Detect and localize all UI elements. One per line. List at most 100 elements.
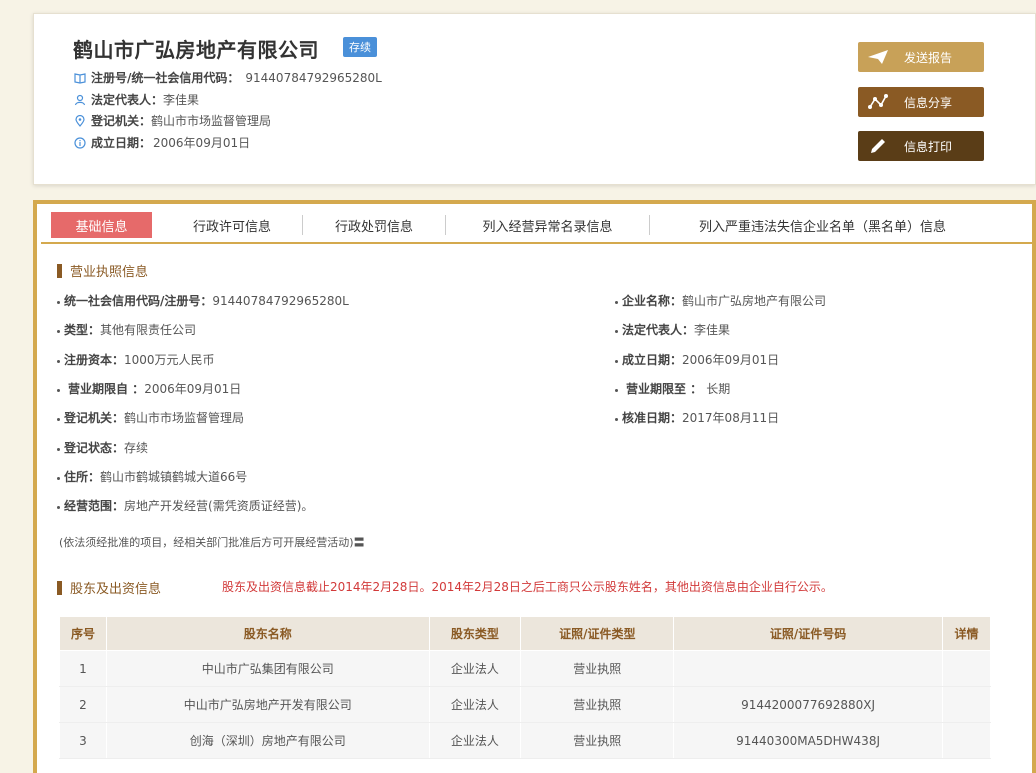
tab-blacklist[interactable]: 列入严重违法失信企业名单（黑名单）信息 bbox=[650, 212, 995, 238]
bullet bbox=[57, 389, 60, 392]
legal-rep-row: 法定代表人： 李佳果 bbox=[73, 91, 199, 108]
send-report-label: 发送报告 bbox=[904, 50, 953, 65]
table-cell: 企业法人 bbox=[428, 686, 522, 723]
bullet bbox=[615, 330, 618, 333]
table-cell: 营业执照 bbox=[520, 686, 675, 723]
tab-basic-info[interactable]: 基础信息 bbox=[51, 212, 152, 238]
location-pin-icon bbox=[73, 114, 87, 128]
field-term-from: 营业期限自 ： 2006年09月01日 bbox=[57, 380, 241, 397]
print-label: 信息打印 bbox=[904, 139, 953, 154]
share-label: 信息分享 bbox=[904, 95, 953, 110]
shareholder-table: 序号 股东名称 股东类型 证照/证件类型 证照/证件号码 详情 1 中山市广弘集… bbox=[59, 616, 992, 759]
company-header-card: 鹤山市广弘房地产有限公司 存续 注册号/统一社会信用代码： 9144078479… bbox=[33, 13, 1036, 185]
table-cell: 中山市广弘房地产开发有限公司 bbox=[105, 686, 430, 723]
print-button[interactable]: 信息打印 bbox=[858, 131, 984, 161]
field-value: 存续 bbox=[124, 441, 149, 455]
bullet bbox=[57, 477, 60, 480]
detail-cell[interactable] bbox=[941, 650, 992, 687]
column-header: 证照/证件类型 bbox=[520, 616, 675, 651]
field-value: 鹤山市鹤城镇鹤城大道66号 bbox=[100, 470, 248, 484]
bullet bbox=[57, 448, 60, 451]
bullet bbox=[615, 418, 618, 421]
authority-label: 登记机关： bbox=[91, 114, 152, 128]
founded-label: 成立日期： bbox=[91, 136, 152, 150]
founded-row: 成立日期： 2006年09月01日 bbox=[73, 134, 250, 151]
info-icon bbox=[73, 136, 87, 150]
table-cell: 91440300MA5DHW438J bbox=[673, 722, 943, 759]
detail-cell[interactable] bbox=[941, 722, 992, 759]
field-label: 法定代表人： bbox=[622, 323, 695, 337]
legal-rep-value: 李佳果 bbox=[163, 93, 200, 107]
field-label: 企业名称： bbox=[622, 294, 683, 308]
bullet bbox=[57, 301, 60, 304]
bullet bbox=[615, 389, 618, 392]
detail-cell[interactable] bbox=[941, 686, 992, 723]
license-section-title: 营业执照信息 bbox=[57, 261, 148, 280]
field-value: 鹤山市广弘房地产有限公司 bbox=[682, 294, 827, 308]
table-cell: 营业执照 bbox=[520, 650, 675, 687]
credit-code-value: 91440784792965280L bbox=[245, 70, 382, 85]
field-value: 鹤山市市场监督管理局 bbox=[124, 411, 245, 425]
authority-value: 鹤山市市场监督管理局 bbox=[151, 114, 272, 128]
table-cell: 3 bbox=[59, 722, 107, 759]
field-label: 营业期限自 ： bbox=[68, 382, 145, 396]
field-label: 注册资本： bbox=[64, 353, 125, 367]
field-address: 住所： 鹤山市鹤城镇鹤城大道66号 bbox=[57, 468, 247, 485]
column-header: 序号 bbox=[59, 616, 107, 651]
table-cell: 9144200077692880XJ bbox=[673, 686, 943, 723]
field-approve-date: 核准日期： 2017年08月11日 bbox=[615, 409, 779, 426]
field-label: 核准日期： bbox=[622, 411, 683, 425]
tab-abnormal-list[interactable]: 列入经营异常名录信息 bbox=[446, 212, 649, 238]
column-header: 证照/证件号码 bbox=[673, 616, 943, 651]
field-value: 长期 bbox=[706, 382, 731, 396]
field-status: 登记状态： 存续 bbox=[57, 439, 148, 456]
credit-code-row: 注册号/统一社会信用代码： 91440784792965280L bbox=[73, 69, 382, 86]
table-row: 2 中山市广弘房地产开发有限公司 企业法人 营业执照 9144200077692… bbox=[59, 686, 992, 723]
table-cell: 创海（深圳）房地产有限公司 bbox=[105, 722, 430, 759]
field-value: 2017年08月11日 bbox=[682, 411, 780, 425]
field-label: 成立日期： bbox=[622, 353, 683, 367]
status-badge: 存续 bbox=[343, 37, 377, 57]
tab-admin-license[interactable]: 行政许可信息 bbox=[162, 212, 302, 238]
bullet bbox=[57, 360, 60, 363]
field-term-to: 营业期限至 ： 长期 bbox=[615, 380, 730, 397]
credit-code-label: 注册号/统一社会信用代码： bbox=[91, 71, 240, 85]
field-label: 统一社会信用代码/注册号： bbox=[64, 294, 213, 308]
table-cell: 中山市广弘集团有限公司 bbox=[105, 650, 430, 687]
bullet bbox=[615, 301, 618, 304]
table-row: 3 创海（深圳）房地产有限公司 企业法人 营业执照 91440300MA5DHW… bbox=[59, 722, 992, 759]
share-icon bbox=[858, 93, 898, 111]
bullet bbox=[615, 360, 618, 363]
field-label: 登记机关： bbox=[64, 411, 125, 425]
send-report-button[interactable]: 发送报告 bbox=[858, 42, 984, 72]
table-header-row: 序号 股东名称 股东类型 证照/证件类型 证照/证件号码 详情 bbox=[59, 616, 992, 651]
field-value: 其他有限责任公司 bbox=[100, 323, 197, 337]
field-label: 类型： bbox=[64, 323, 101, 337]
field-label: 经营范围： bbox=[64, 499, 125, 513]
table-cell bbox=[673, 650, 943, 687]
pencil-icon bbox=[858, 136, 898, 156]
shareholder-notice: 股东及出资信息截止2014年2月28日。2014年2月28日之后工商只公示股东姓… bbox=[222, 580, 833, 594]
field-value: 1000万元人民币 bbox=[124, 353, 215, 367]
license-section-label: 营业执照信息 bbox=[70, 265, 149, 280]
person-icon bbox=[73, 93, 87, 107]
column-header: 股东类型 bbox=[428, 616, 522, 651]
bullet bbox=[57, 506, 60, 509]
field-value: 李佳果 bbox=[694, 323, 731, 337]
table-cell: 企业法人 bbox=[428, 722, 522, 759]
shareholder-section-label: 股东及出资信息 bbox=[70, 582, 162, 597]
share-button[interactable]: 信息分享 bbox=[858, 87, 984, 117]
field-founded: 成立日期： 2006年09月01日 bbox=[615, 351, 779, 368]
field-capital: 注册资本： 1000万元人民币 bbox=[57, 351, 215, 368]
bullet bbox=[57, 330, 60, 333]
field-authority: 登记机关： 鹤山市市场监督管理局 bbox=[57, 409, 244, 426]
tab-admin-penalty[interactable]: 行政处罚信息 bbox=[303, 212, 445, 238]
table-cell: 1 bbox=[59, 650, 107, 687]
detail-panel: 基础信息 行政许可信息 行政处罚信息 列入经营异常名录信息 列入严重违法失信企业… bbox=[33, 200, 1036, 773]
field-credit-code: 统一社会信用代码/注册号： 91440784792965280L bbox=[57, 292, 349, 309]
authority-row: 登记机关： 鹤山市市场监督管理局 bbox=[73, 112, 271, 129]
field-company-name: 企业名称： 鹤山市广弘房地产有限公司 bbox=[615, 292, 826, 309]
field-label: 住所： bbox=[64, 470, 101, 484]
field-label: 营业期限至 ： bbox=[626, 382, 703, 396]
book-icon bbox=[73, 71, 87, 85]
